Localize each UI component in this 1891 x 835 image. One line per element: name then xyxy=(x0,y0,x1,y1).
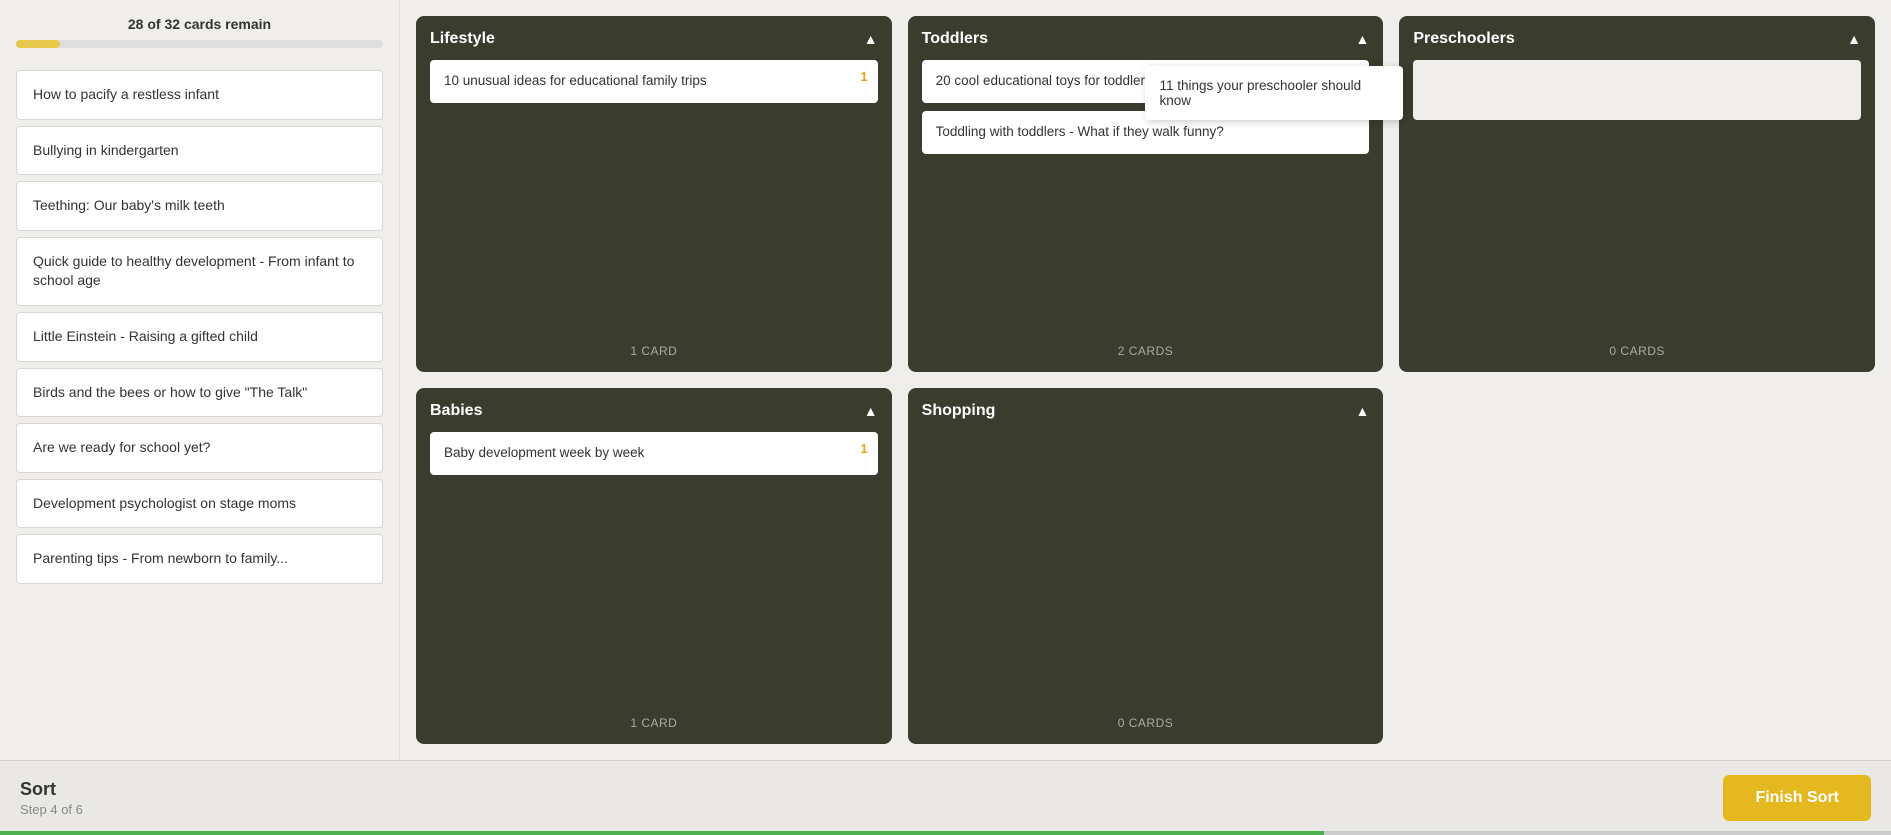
category-shopping-cards xyxy=(922,432,1370,706)
list-item[interactable]: Quick guide to healthy development - Fro… xyxy=(16,237,383,306)
category-babies: Babies ▲ Baby development week by week 1… xyxy=(416,388,892,744)
lifestyle-card-1[interactable]: 10 unusual ideas for educational family … xyxy=(430,60,878,103)
category-shopping: Shopping ▲ 0 CARDS xyxy=(908,388,1384,744)
babies-collapse-icon[interactable]: ▲ xyxy=(864,403,878,419)
category-lifestyle-header: Lifestyle ▲ xyxy=(430,30,878,48)
category-preschoolers-cards xyxy=(1413,60,1861,334)
category-preschoolers: Preschoolers ▲ 0 CARDS xyxy=(1399,16,1875,372)
list-item[interactable]: Birds and the bees or how to give "The T… xyxy=(16,368,383,418)
toddlers-collapse-icon[interactable]: ▲ xyxy=(1355,31,1369,47)
columns-grid: Lifestyle ▲ 10 unusual ideas for educati… xyxy=(416,16,1875,744)
category-toddlers-title: Toddlers xyxy=(922,30,988,48)
lifestyle-footer: 1 CARD xyxy=(430,344,878,358)
list-item[interactable]: Bullying in kindergarten xyxy=(16,126,383,176)
category-lifestyle: Lifestyle ▲ 10 unusual ideas for educati… xyxy=(416,16,892,372)
preschoolers-footer: 0 CARDS xyxy=(1413,344,1861,358)
sidebar-progress-fill xyxy=(16,40,60,48)
list-item[interactable]: Teething: Our baby's milk teeth xyxy=(16,181,383,231)
category-babies-cards: Baby development week by week 1 xyxy=(430,432,878,706)
bottom-progress-container xyxy=(0,831,1891,835)
toddlers-footer: 2 CARDS xyxy=(922,344,1370,358)
babies-card-1-text: Baby development week by week xyxy=(444,445,644,460)
cards-remain-counter: 28 of 32 cards remain xyxy=(16,16,383,32)
preschoolers-tooltip: 11 things your preschooler should know xyxy=(1145,66,1403,120)
preschoolers-tooltip-text: 11 things your preschooler should know xyxy=(1159,78,1361,108)
bottom-progress-fill xyxy=(0,831,1324,835)
preschoolers-collapse-icon[interactable]: ▲ xyxy=(1847,31,1861,47)
category-toddlers-header: Toddlers ▲ xyxy=(922,30,1370,48)
lifestyle-collapse-icon[interactable]: ▲ xyxy=(864,31,878,47)
category-babies-header: Babies ▲ xyxy=(430,402,878,420)
category-babies-title: Babies xyxy=(430,402,482,420)
cards-total-number: 32 xyxy=(164,16,180,32)
bottom-bar: Sort Step 4 of 6 Finish Sort xyxy=(0,760,1891,835)
toddlers-card-1-text: 20 cool educational toys for toddlers xyxy=(936,73,1152,88)
cards-remain-number: 28 xyxy=(128,16,144,32)
category-shopping-header: Shopping ▲ xyxy=(922,402,1370,420)
category-lifestyle-title: Lifestyle xyxy=(430,30,495,48)
card-list: How to pacify a restless infant Bullying … xyxy=(16,70,383,760)
babies-footer: 1 CARD xyxy=(430,716,878,730)
preschoolers-empty xyxy=(1413,60,1861,120)
sort-step: Step 4 of 6 xyxy=(20,802,83,817)
toddlers-card-2-text: Toddling with toddlers - What if they wa… xyxy=(936,124,1224,139)
sort-info: Sort Step 4 of 6 xyxy=(20,779,83,817)
lifestyle-card-1-text: 10 unusual ideas for educational family … xyxy=(444,73,707,88)
category-preschoolers-header: Preschoolers ▲ xyxy=(1413,30,1861,48)
sidebar-header: 28 of 32 cards remain xyxy=(16,16,383,60)
shopping-footer: 0 CARDS xyxy=(922,716,1370,730)
cards-remain-suffix: cards remain xyxy=(184,16,271,32)
lifestyle-card-1-number: 1 xyxy=(860,68,867,86)
sidebar-progress-bar xyxy=(16,40,383,48)
shopping-collapse-icon[interactable]: ▲ xyxy=(1355,403,1369,419)
category-shopping-title: Shopping xyxy=(922,402,996,420)
list-item[interactable]: Are we ready for school yet? xyxy=(16,423,383,473)
category-lifestyle-cards: 10 unusual ideas for educational family … xyxy=(430,60,878,334)
category-toddlers: Toddlers ▲ 20 cool educational toys for … xyxy=(908,16,1384,372)
content-area: Lifestyle ▲ 10 unusual ideas for educati… xyxy=(400,0,1891,760)
list-item[interactable]: Parenting tips - From newborn to family.… xyxy=(16,534,383,584)
finish-sort-button[interactable]: Finish Sort xyxy=(1723,775,1871,821)
sort-title: Sort xyxy=(20,779,83,800)
list-item[interactable]: How to pacify a restless infant xyxy=(16,70,383,120)
cards-remain-label: of xyxy=(147,16,164,32)
babies-card-1[interactable]: Baby development week by week 1 xyxy=(430,432,878,475)
list-item[interactable]: Little Einstein - Raising a gifted child xyxy=(16,312,383,362)
list-item[interactable]: Development psychologist on stage moms xyxy=(16,479,383,529)
sidebar: 28 of 32 cards remain How to pacify a re… xyxy=(0,0,400,760)
babies-card-1-number: 1 xyxy=(860,440,867,458)
category-preschoolers-title: Preschoolers xyxy=(1413,30,1514,48)
